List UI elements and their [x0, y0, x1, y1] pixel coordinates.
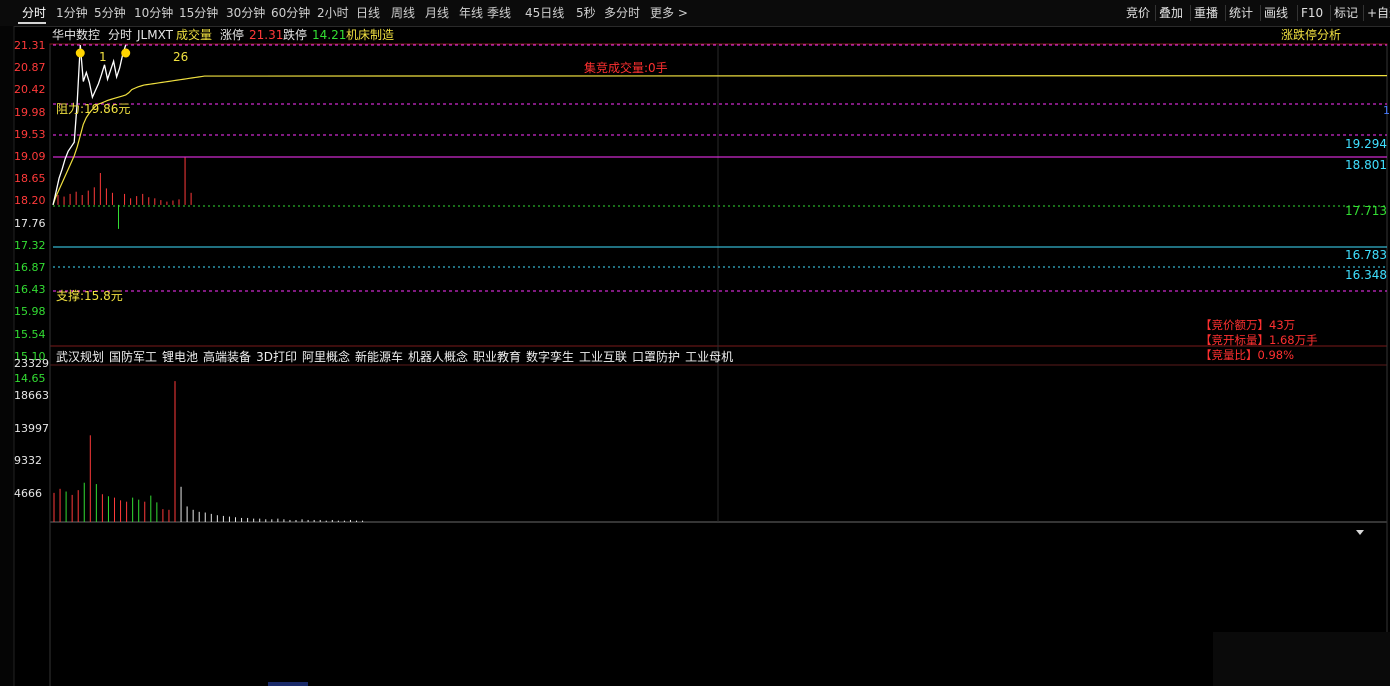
panel-dropdown-icon[interactable]: [1356, 530, 1364, 535]
concept-tag[interactable]: 阿里概念: [302, 350, 350, 364]
limit-down-label: 跌停: [283, 28, 308, 42]
volume-tick-label: 13997: [14, 421, 49, 435]
price-tick-label: 16.87: [14, 261, 46, 274]
limit-up-label: 涨停: [220, 28, 245, 42]
resistance-label: 阻力:19.86元: [56, 102, 131, 116]
volume-tick-label: 18663: [14, 389, 49, 403]
level-label-16783: 16.783: [1345, 248, 1387, 262]
limit-analysis-button[interactable]: 涨跌停分析: [1281, 27, 1341, 43]
concept-tag[interactable]: 工业母机: [685, 350, 733, 364]
concept-tag[interactable]: 口罩防护: [632, 350, 680, 364]
price-tick-label: 19.09: [14, 150, 46, 163]
price-tick-label: 14.65: [14, 372, 46, 385]
auction-amount: 【竞价额万】43万: [1200, 318, 1296, 332]
price-tick-label: 16.43: [14, 283, 46, 297]
bottom-scroll-indicator: [268, 682, 308, 686]
concept-tag[interactable]: 新能源车: [355, 350, 403, 364]
right-edge-marker: 1: [1383, 104, 1390, 117]
price-line: [52, 44, 127, 206]
price-tick-label: 15.98: [14, 305, 46, 319]
concept-tag[interactable]: 高端装备: [203, 350, 251, 364]
concept-tag[interactable]: 锂电池: [162, 350, 198, 364]
volume-tick-label: 9332: [14, 454, 42, 468]
marker-1-label: 1: [99, 50, 107, 64]
price-tick-label: 19.53: [14, 127, 46, 141]
concept-tag[interactable]: 武汉规划: [56, 350, 104, 364]
concept-tag[interactable]: 数字孪生: [526, 350, 574, 364]
intraday-chart[interactable]: [0, 0, 1390, 686]
price-tick-label: 20.42: [14, 83, 46, 97]
concept-tag[interactable]: 3D打印: [256, 350, 297, 364]
average-price-line: [52, 75, 1388, 206]
price-tick-label: 21.31: [14, 39, 46, 52]
price-tick-label: 18.65: [14, 172, 46, 186]
volume-tick-label: 23329: [14, 357, 49, 370]
level-label-18801: 18.801: [1345, 158, 1387, 172]
concept-tags: 武汉规划 国防军工 锂电池 高端装备 3D打印 阿里概念 新能源车 机器人概念 职业教育 数字孪生…: [56, 348, 738, 365]
industry-tag[interactable]: 机床制造: [346, 27, 394, 43]
level-label-19294: 19.294: [1345, 137, 1387, 151]
limit-up-value: 21.31: [249, 28, 284, 42]
stock-code: JLMXT: [137, 28, 173, 42]
stock-name: 华中数控: [52, 28, 101, 42]
volume-tick-label: 4666: [14, 486, 42, 500]
concept-tag[interactable]: 职业教育: [473, 350, 521, 364]
price-tick-label: 20.87: [14, 61, 46, 75]
marker-dot-2: [121, 48, 131, 58]
marker-2-label: 26: [173, 50, 189, 64]
concept-tag[interactable]: 机器人概念: [408, 350, 468, 364]
auction-volume-ratio: 【竞量比】0.98%: [1200, 348, 1295, 362]
level-label-17713: 17.713: [1345, 204, 1387, 218]
price-tick-label: 15.54: [14, 327, 46, 341]
price-tick-label: 17.32: [14, 238, 46, 252]
price-tick-label: 19.98: [14, 105, 46, 119]
support-label: 支撑:15.8元: [56, 289, 123, 303]
bottom-status-area: [1213, 632, 1390, 686]
auction-open-volume: 【竞开标量】1.68万手: [1200, 333, 1318, 347]
auction-volume-label: 集竞成交量:0手: [584, 61, 668, 75]
price-tick-label: 18.20: [14, 194, 46, 208]
marker-dot-1: [75, 48, 85, 58]
chart-mode: 分时: [108, 28, 133, 42]
concept-tag[interactable]: 国防军工: [109, 350, 157, 364]
concept-tag[interactable]: 工业互联: [579, 350, 627, 364]
volume-indicator-label[interactable]: 成交量: [176, 27, 212, 43]
level-label-16348: 16.348: [1345, 268, 1387, 282]
price-tick-label: 17.76: [14, 216, 46, 230]
limit-down-value: 14.21: [312, 28, 347, 42]
